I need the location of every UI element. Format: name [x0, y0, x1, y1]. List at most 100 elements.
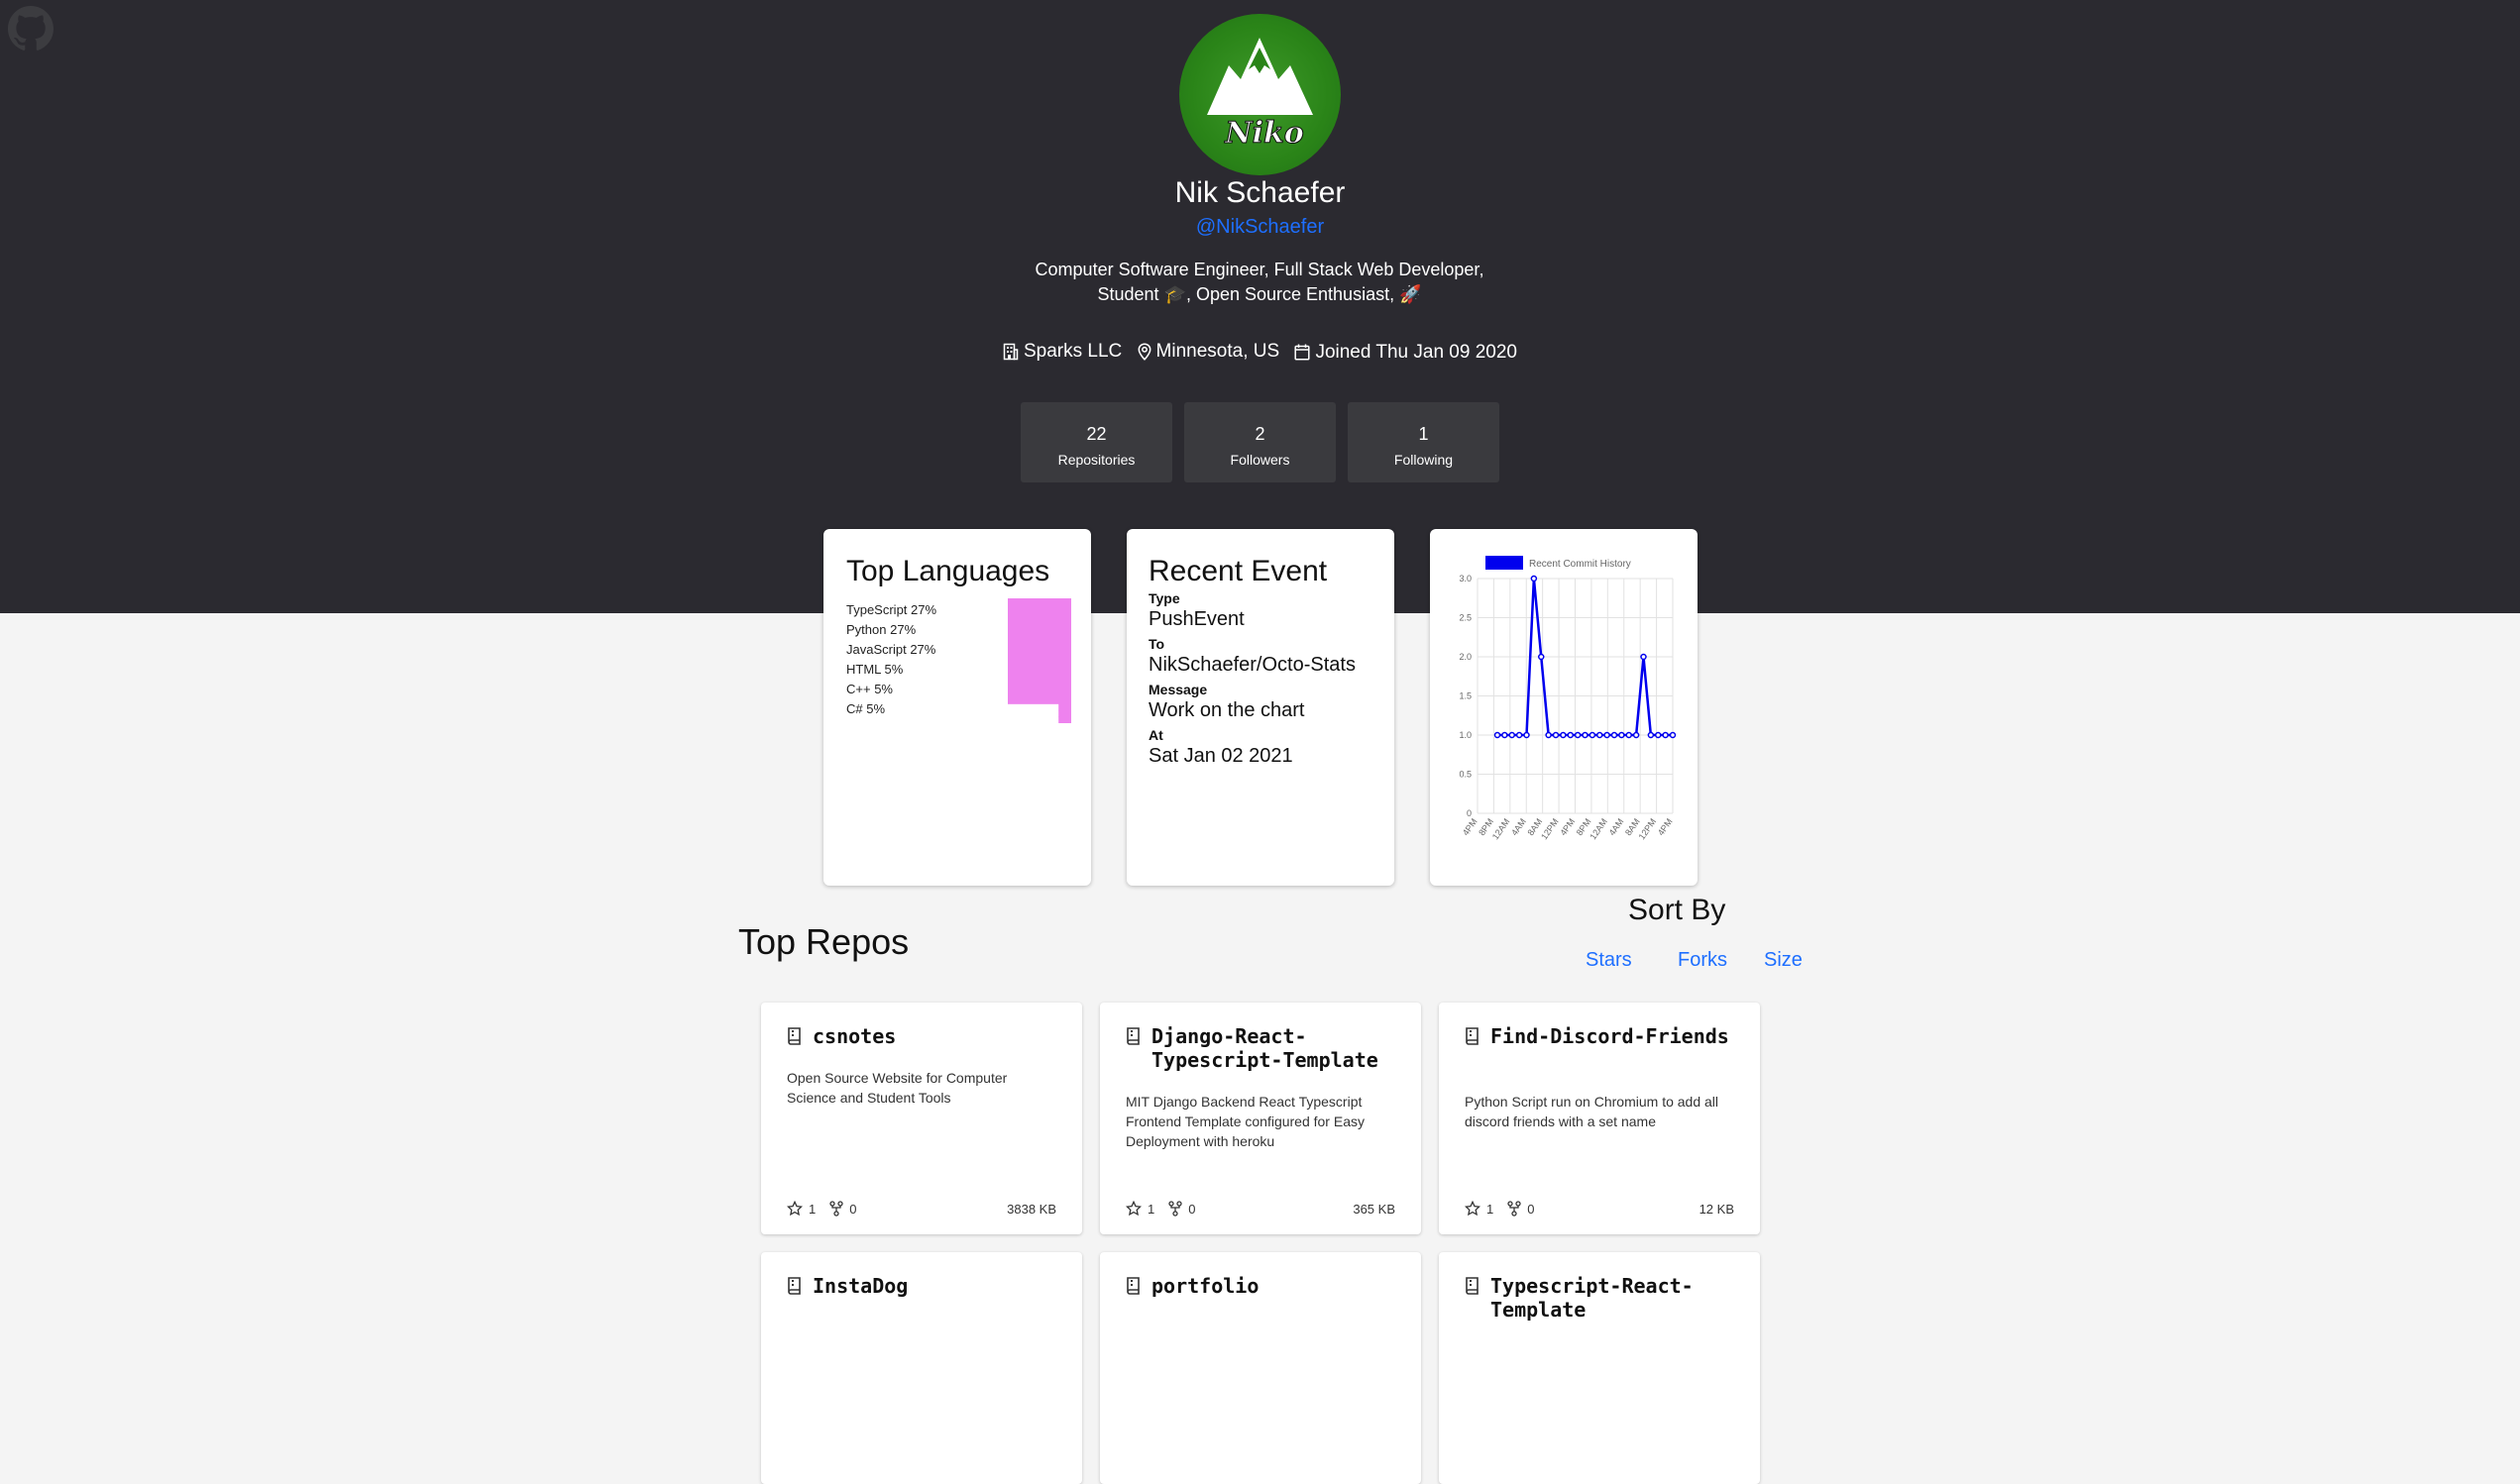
- data-point: [1530, 575, 1538, 583]
- sort-stars-link[interactable]: Stars: [1586, 949, 1632, 972]
- github-icon[interactable]: [8, 6, 54, 52]
- data-point: [1662, 731, 1669, 739]
- data-point: [1493, 731, 1501, 739]
- repo-name[interactable]: csnotes: [813, 1024, 1060, 1048]
- event-message-label: Message: [1149, 682, 1208, 697]
- y-tick-label: 1.5: [1459, 691, 1472, 701]
- language-item: Python 27%: [846, 622, 917, 637]
- repo-card[interactable]: Typescript-React-Template: [1439, 1252, 1760, 1484]
- repo-name[interactable]: Django-React-Typescript-Template: [1151, 1024, 1399, 1072]
- data-point: [1610, 731, 1618, 739]
- profile-handle-link[interactable]: @NikSchaefer: [0, 216, 2520, 239]
- stat-value: 1: [1418, 424, 1429, 444]
- language-item: TypeScript 27%: [846, 602, 937, 617]
- building-icon: [1003, 343, 1019, 361]
- fork-count: 0: [1188, 1201, 1196, 1217]
- data-point: [1582, 731, 1589, 739]
- language-bar: [1058, 703, 1071, 711]
- top-repos-heading: Top Repos: [738, 921, 910, 962]
- commit-history-card: Recent Commit History 0 0.5 1.0 1.5 2.0 2.5 3.0…: [1430, 529, 1698, 886]
- profile-meta: Sparks LLC Minnesota, US Joined Thu Jan …: [0, 341, 2520, 367]
- star-count: 1: [809, 1201, 817, 1217]
- stat-followers: 2 Followers: [1184, 402, 1336, 482]
- joined-text: Joined Thu Jan 09 2020: [1315, 341, 1517, 363]
- repo-name[interactable]: InstaDog: [813, 1274, 1060, 1298]
- data-point: [1574, 731, 1582, 739]
- repo-name[interactable]: Find-Discord-Friends: [1490, 1024, 1738, 1048]
- location-pin-icon: [1138, 343, 1150, 361]
- fork-icon: [829, 1201, 843, 1217]
- commit-history-chart: Recent Commit History00.51.01.52.02.53.0…: [1459, 556, 1677, 841]
- data-point: [1567, 731, 1574, 739]
- y-tick-label: 2.5: [1459, 613, 1472, 623]
- y-tick-label: 3.0: [1459, 574, 1472, 583]
- language-item: HTML 5%: [846, 662, 904, 677]
- repo-footer: 1 0 12 KB: [1465, 1201, 1734, 1217]
- company-text: Sparks LLC: [1023, 341, 1123, 362]
- data-point: [1596, 731, 1603, 739]
- event-type: PushEvent: [1149, 608, 1245, 630]
- repo-icon: [1127, 1277, 1140, 1295]
- data-point: [1552, 731, 1560, 739]
- company-item: Sparks LLC: [1003, 341, 1122, 363]
- repo-name[interactable]: portfolio: [1151, 1274, 1399, 1298]
- event-to-label: To: [1149, 636, 1165, 652]
- repo-description: Open Source Website for Computer Science…: [787, 1070, 1008, 1106]
- data-point: [1589, 731, 1596, 739]
- repo-size: 3838 KB: [1007, 1201, 1056, 1217]
- card-title: Top Languages: [846, 555, 1050, 587]
- repo-card[interactable]: csnotes Open Source Website for Computer…: [761, 1003, 1082, 1234]
- recent-event-card: Recent Event Type PushEvent To NikSchaef…: [1127, 529, 1394, 886]
- repo-description: MIT Django Backend React Typescript Fron…: [1126, 1094, 1365, 1149]
- sort-by-heading: Sort By: [1628, 894, 1726, 926]
- x-tick-label: 4PM: [1558, 816, 1577, 837]
- stat-label: Repositories: [1057, 452, 1136, 468]
- data-point: [1632, 731, 1640, 739]
- repo-footer: 1 0 3838 KB: [787, 1201, 1056, 1217]
- repo-card[interactable]: Find-Discord-Friends Python Script run o…: [1439, 1003, 1760, 1234]
- repo-card[interactable]: InstaDog: [761, 1252, 1082, 1484]
- language-list: TypeScript 27% Python 27% JavaScript 27%…: [846, 600, 936, 719]
- event-to: NikSchaefer/Octo-Stats: [1149, 654, 1356, 676]
- repo-card[interactable]: Django-React-Typescript-Template MIT Dja…: [1100, 1003, 1421, 1234]
- stat-value: 22: [1086, 424, 1107, 444]
- event-type-label: Type: [1149, 590, 1180, 606]
- data-point: [1669, 731, 1677, 739]
- data-point: [1515, 731, 1523, 739]
- data-point: [1545, 731, 1552, 739]
- bio-line: Computer Software Engineer, Full Stack W…: [1035, 260, 1484, 279]
- data-point: [1523, 731, 1530, 739]
- fork-count: 0: [1527, 1201, 1535, 1217]
- data-point: [1655, 731, 1662, 739]
- sort-forks-link[interactable]: Forks: [1678, 949, 1727, 972]
- x-tick-label: 4PM: [1656, 816, 1675, 837]
- language-bar: [1008, 598, 1071, 634]
- event-details: Type PushEvent To NikSchaefer/Octo-Stats…: [1149, 590, 1356, 773]
- repo-card[interactable]: portfolio: [1100, 1252, 1421, 1484]
- card-title: Recent Event: [1149, 555, 1328, 587]
- language-item: JavaScript 27%: [846, 642, 936, 657]
- x-tick-label: 12AM: [1588, 816, 1609, 841]
- stat-label: Following: [1393, 452, 1454, 468]
- data-point: [1560, 731, 1567, 739]
- sort-size-link[interactable]: Size: [1764, 949, 1803, 972]
- data-point: [1625, 731, 1632, 739]
- calendar-icon: [1294, 344, 1311, 361]
- data-point: [1501, 731, 1508, 739]
- x-tick-label: 12AM: [1490, 816, 1512, 841]
- avatar: Niko: [1179, 14, 1341, 175]
- stat-value: 2: [1255, 424, 1265, 444]
- event-at: Sat Jan 02 2021: [1149, 745, 1293, 767]
- x-tick-label: 4AM: [1607, 816, 1626, 837]
- x-tick-label: 12PM: [1637, 816, 1659, 841]
- repo-size: 12 KB: [1698, 1201, 1734, 1217]
- repo-icon: [788, 1277, 801, 1295]
- legend-swatch: [1485, 556, 1523, 570]
- language-item: C# 5%: [846, 701, 886, 716]
- repo-name[interactable]: Typescript-React-Template: [1490, 1274, 1738, 1322]
- avatar-text: Niko: [1224, 116, 1304, 151]
- event-at-label: At: [1149, 727, 1163, 743]
- star-icon: [1126, 1201, 1142, 1217]
- y-tick-label: 2.0: [1459, 652, 1472, 662]
- legend-label: Recent Commit History: [1529, 559, 1631, 570]
